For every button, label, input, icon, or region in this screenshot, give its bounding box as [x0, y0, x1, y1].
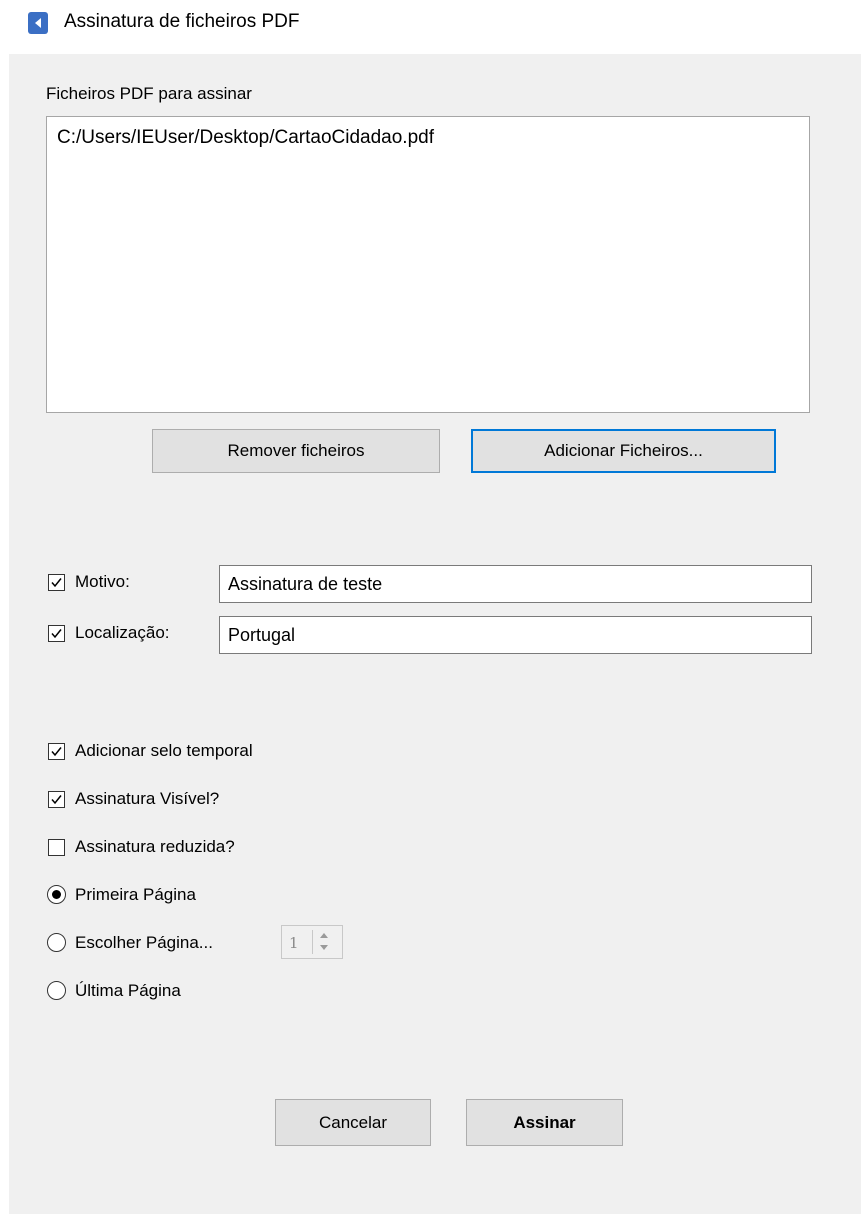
localizacao-checkbox[interactable]: [48, 625, 65, 642]
remove-files-button[interactable]: Remover ficheiros: [152, 429, 440, 473]
spin-up-arrow-icon[interactable]: [316, 930, 332, 942]
timestamp-label: Adicionar selo temporal: [75, 741, 253, 760]
first-page-radio[interactable]: [47, 885, 66, 904]
checkmark-icon: [51, 578, 62, 588]
cancel-button[interactable]: Cancelar: [275, 1099, 431, 1146]
window-title: Assinatura de ficheiros PDF: [64, 11, 300, 32]
title-bar: Assinatura de ficheiros PDF: [0, 0, 861, 54]
choose-page-radio[interactable]: [47, 933, 66, 952]
checkmark-icon: [51, 747, 62, 757]
localizacao-label: Localização:: [75, 623, 170, 642]
page-number-value: 1: [289, 934, 299, 952]
radio-selected-dot: [52, 890, 61, 899]
reduced-signature-checkbox[interactable]: [48, 839, 65, 856]
spin-down-arrow-icon[interactable]: [316, 942, 332, 954]
app-logo-icon: [28, 12, 48, 34]
motivo-label: Motivo:: [75, 572, 130, 591]
motivo-checkbox[interactable]: [48, 574, 65, 591]
localizacao-input[interactable]: Portugal: [219, 616, 812, 654]
last-page-radio[interactable]: [47, 981, 66, 1000]
page-number-spinbox[interactable]: 1: [281, 925, 343, 959]
dialog-body: Ficheiros PDF para assinar C:/Users/IEUs…: [9, 54, 861, 1214]
sign-button[interactable]: Assinar: [466, 1099, 623, 1146]
checkmark-icon: [51, 795, 62, 805]
spinbox-divider: [312, 930, 313, 954]
checkmark-icon: [51, 629, 62, 639]
timestamp-checkbox[interactable]: [48, 743, 65, 760]
first-page-label: Primeira Página: [75, 885, 196, 904]
file-list-item[interactable]: C:/Users/IEUser/Desktop/CartaoCidadao.pd…: [57, 127, 434, 149]
motivo-input[interactable]: Assinatura de teste: [219, 565, 812, 603]
last-page-label: Última Página: [75, 981, 181, 1000]
file-list[interactable]: C:/Users/IEUser/Desktop/CartaoCidadao.pd…: [46, 116, 810, 413]
visible-signature-label: Assinatura Visível?: [75, 789, 220, 808]
files-label: Ficheiros PDF para assinar: [46, 84, 252, 103]
visible-signature-checkbox[interactable]: [48, 791, 65, 808]
add-files-button[interactable]: Adicionar Ficheiros...: [471, 429, 776, 473]
reduced-signature-label: Assinatura reduzida?: [75, 837, 235, 856]
choose-page-label: Escolher Página...: [75, 933, 213, 952]
